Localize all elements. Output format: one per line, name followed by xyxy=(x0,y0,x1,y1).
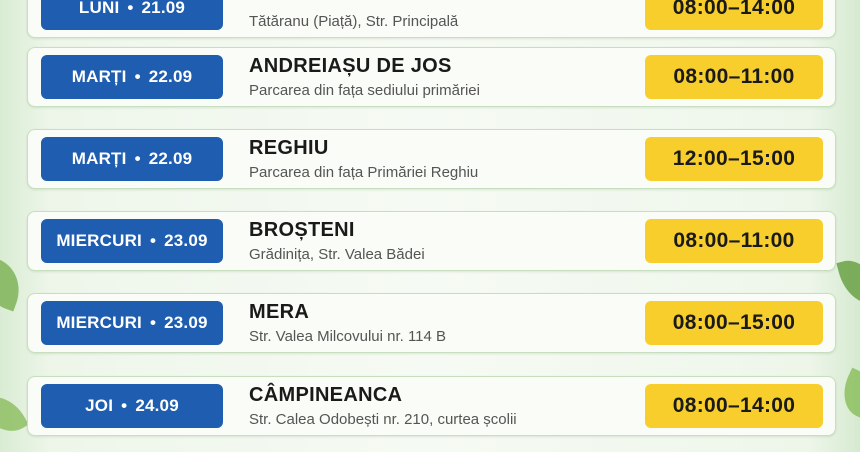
schedule-row: LUNI • 21.09 Tătăranu (Piață), Str. Prin… xyxy=(27,0,836,38)
schedule-row: MIERCURI • 23.09 BROȘTENI Grădinița, Str… xyxy=(27,211,836,271)
location-address: Str. Valea Milcovului nr. 114 B xyxy=(249,328,447,345)
time-badge: 08:00–14:00 xyxy=(645,384,823,428)
day-badge: LUNI • 21.09 xyxy=(41,0,223,30)
location-address: Parcarea din fața Primăriei Reghiu xyxy=(249,164,479,181)
day-name: MIERCURI xyxy=(56,313,142,332)
day-badge: JOI • 24.09 xyxy=(41,384,223,428)
location-address: Str. Calea Odobești nr. 210, curtea școl… xyxy=(249,411,517,428)
location-name: CÂMPINEANCA xyxy=(249,384,403,406)
schedule-row: MARȚI • 22.09 ANDREIAȘU DE JOS Parcarea … xyxy=(27,47,836,107)
day-date: 21.09 xyxy=(141,0,186,17)
location-name: BROȘTENI xyxy=(249,219,355,241)
location-name: REGHIU xyxy=(249,137,329,159)
separator: • xyxy=(134,67,141,86)
day-date: 24.09 xyxy=(135,396,179,415)
time-badge: 12:00–15:00 xyxy=(645,137,823,181)
separator: • xyxy=(149,313,157,332)
day-date: 23.09 xyxy=(164,231,208,250)
day-badge: MARȚI • 22.09 xyxy=(41,137,223,181)
schedule-list: LUNI • 21.09 Tătăranu (Piață), Str. Prin… xyxy=(0,0,860,452)
day-name: MIERCURI xyxy=(56,231,142,250)
location-address: Grădinița, Str. Valea Bădei xyxy=(249,246,425,263)
day-date: 23.09 xyxy=(164,313,208,332)
day-date: 22.09 xyxy=(148,149,193,168)
location-address: Parcarea din fața sediului primăriei xyxy=(249,82,480,99)
separator: • xyxy=(149,231,157,250)
day-badge: MARȚI • 22.09 xyxy=(41,55,223,99)
day-name: MARȚI xyxy=(71,67,127,86)
time-badge: 08:00–15:00 xyxy=(645,301,823,345)
separator: • xyxy=(134,149,141,168)
schedule-row: MIERCURI • 23.09 MERA Str. Valea Milcovu… xyxy=(27,293,836,353)
time-badge: 08:00–14:00 xyxy=(645,0,823,30)
time-badge: 08:00–11:00 xyxy=(645,55,823,99)
day-badge: MIERCURI • 23.09 xyxy=(41,219,223,263)
schedule-row: MARȚI • 22.09 REGHIU Parcarea din fața P… xyxy=(27,129,836,189)
day-name: LUNI xyxy=(78,0,120,17)
location-address: Tătăranu (Piață), Str. Principală xyxy=(249,13,459,30)
day-date: 22.09 xyxy=(148,67,193,86)
day-name: MARȚI xyxy=(71,149,127,168)
separator: • xyxy=(121,396,128,415)
location-name: MERA xyxy=(249,301,310,323)
time-badge: 08:00–11:00 xyxy=(645,219,823,263)
day-name: JOI xyxy=(85,396,114,415)
schedule-row: JOI • 24.09 CÂMPINEANCA Str. Calea Odobe… xyxy=(27,376,836,436)
separator: • xyxy=(127,0,134,17)
day-badge: MIERCURI • 23.09 xyxy=(41,301,223,345)
location-name: ANDREIAȘU DE JOS xyxy=(249,55,452,77)
